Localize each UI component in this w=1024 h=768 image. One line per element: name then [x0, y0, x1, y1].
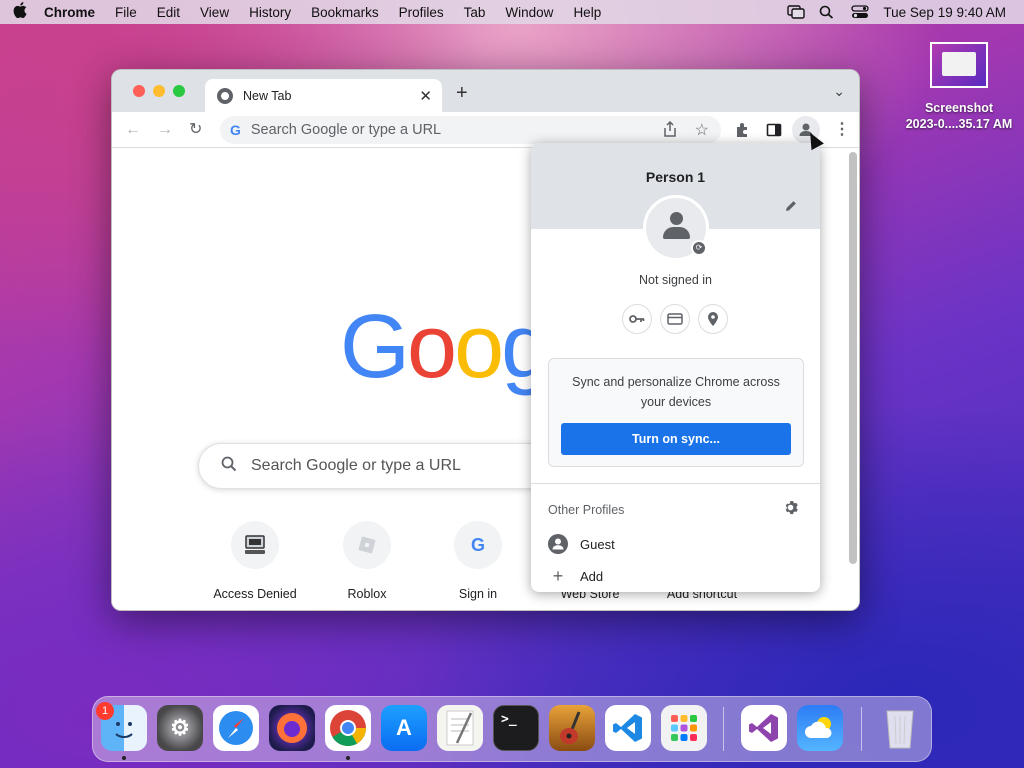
profile-row-label: Guest: [580, 536, 615, 552]
profile-avatar: ⟳: [643, 195, 709, 261]
edit-pencil-icon[interactable]: [784, 199, 798, 216]
menu-help[interactable]: Help: [563, 5, 611, 20]
dock: ⚙ A >_: [92, 696, 932, 762]
divider: [531, 483, 820, 484]
menu-window[interactable]: Window: [495, 5, 563, 20]
desktop-screenshot-file[interactable]: Screenshot 2023-0....35.17 AM: [898, 42, 1020, 132]
garageband-guitar-icon[interactable]: [549, 705, 595, 751]
sign-in-status: Not signed in: [639, 273, 712, 287]
profile-name: Person 1: [645, 169, 706, 185]
menu-app-name[interactable]: Chrome: [40, 5, 105, 20]
menu-bar: Chrome File Edit View History Bookmarks …: [0, 0, 1024, 24]
close-window-button[interactable]: [133, 85, 145, 97]
apple-icon[interactable]: [0, 2, 40, 22]
google-g-icon: G: [454, 521, 502, 569]
system-settings-gear-icon[interactable]: ⚙: [157, 705, 203, 751]
vscode-icon[interactable]: [605, 705, 651, 751]
app-store-icon[interactable]: A: [381, 705, 427, 751]
finder-running-dot: [122, 756, 126, 760]
screenshot-thumbnail: [930, 42, 988, 88]
add-profile-label: Add: [580, 568, 604, 584]
new-tab-button[interactable]: +: [456, 82, 468, 105]
bookmark-star-icon[interactable]: ☆: [695, 120, 709, 140]
payment-card-icon[interactable]: [660, 304, 690, 334]
guest-avatar-icon: [548, 534, 568, 554]
tab-search-chevron-icon[interactable]: ⌄: [833, 83, 845, 100]
screen-mirroring-icon[interactable]: [787, 5, 806, 19]
google-logo: Goog: [340, 297, 551, 397]
profile-row-guest[interactable]: Guest: [548, 532, 615, 556]
launchpad-grid-icon[interactable]: [661, 705, 707, 751]
dock-separator: [861, 707, 862, 751]
page-search-placeholder: Search Google or type a URL: [251, 457, 461, 474]
chrome-icon[interactable]: [325, 705, 371, 751]
shortcut-roblox[interactable]: Roblox: [311, 521, 423, 601]
chrome-favicon-icon: [217, 87, 233, 104]
menu-profiles[interactable]: Profiles: [389, 5, 454, 20]
menu-edit[interactable]: Edit: [147, 5, 190, 20]
minimize-window-button[interactable]: [153, 85, 165, 97]
computer-icon: [231, 521, 279, 569]
terminal-icon[interactable]: >_: [493, 705, 539, 751]
turn-on-sync-button[interactable]: Turn on sync...: [561, 423, 791, 455]
tab-close-icon[interactable]: ✕: [419, 87, 432, 105]
shortcut-sign-in[interactable]: G Sign in: [422, 521, 534, 601]
other-profiles-heading: Other Profiles: [548, 503, 625, 517]
control-center-icon[interactable]: [851, 5, 870, 19]
shortcut-label: Access Denied: [213, 587, 297, 601]
tab-title: New Tab: [243, 88, 292, 103]
chrome-running-dot: [346, 756, 350, 760]
back-arrow-icon[interactable]: ←: [125, 121, 141, 139]
menubar-clock[interactable]: Tue Sep 19 9:40 AM: [883, 5, 1006, 20]
google-g-icon: G: [230, 122, 241, 138]
menu-tab[interactable]: Tab: [454, 5, 496, 20]
visual-studio-icon[interactable]: [741, 705, 787, 751]
shortcut-label: Roblox: [347, 587, 387, 601]
share-icon[interactable]: [663, 120, 677, 141]
add-profile-row[interactable]: + Add: [548, 564, 603, 588]
dock-separator: [723, 707, 724, 751]
add-plus-icon: +: [552, 565, 564, 586]
page-scrollbar[interactable]: [849, 152, 857, 564]
sync-promo-card: Sync and personalize Chrome across your …: [548, 358, 804, 467]
tab-strip: New Tab ✕ + ⌄: [112, 70, 859, 112]
tab-new-tab[interactable]: New Tab ✕: [205, 79, 442, 112]
firefox-icon[interactable]: [269, 705, 315, 751]
weather-cloud-icon[interactable]: [797, 705, 843, 751]
avatar-body: [663, 227, 690, 239]
screenshot-label-line1: Screenshot: [924, 101, 994, 115]
omnibox[interactable]: G Search Google or type a URL ☆: [220, 116, 721, 144]
manage-profiles-gear-icon[interactable]: [783, 500, 798, 519]
omnibox-placeholder: Search Google or type a URL: [250, 122, 442, 138]
menu-view[interactable]: View: [190, 5, 239, 20]
menu-file[interactable]: File: [105, 5, 147, 20]
search-icon: [221, 456, 237, 477]
forward-arrow-icon[interactable]: →: [157, 121, 173, 139]
menu-bookmarks[interactable]: Bookmarks: [301, 5, 389, 20]
profile-menu-popup: Person 1 ⟳ Not signed in Sync and person…: [531, 143, 820, 592]
sync-promo-text: Sync and personalize Chrome across your …: [572, 375, 780, 409]
safari-compass-icon[interactable]: [213, 705, 259, 751]
avatar-head: [670, 212, 683, 225]
logo-letter-o1: o: [407, 297, 457, 397]
chrome-menu-kebab-icon[interactable]: ⋮: [834, 121, 850, 139]
shortcut-label: Sign in: [458, 587, 498, 601]
reload-icon[interactable]: ↻: [189, 121, 202, 139]
passwords-key-icon[interactable]: [622, 304, 652, 334]
shortcut-access-denied[interactable]: Access Denied: [199, 521, 311, 601]
textedit-icon[interactable]: [437, 705, 483, 751]
logo-letter-o2: o: [454, 297, 504, 397]
side-panel-icon[interactable]: [766, 122, 782, 143]
trash-icon[interactable]: [877, 705, 923, 751]
screenshot-label-line2: 2023-0....35.17 AM: [905, 117, 1013, 131]
roblox-icon: [343, 521, 391, 569]
sync-paused-icon: ⟳: [691, 240, 707, 256]
spotlight-search-icon[interactable]: [819, 5, 837, 19]
addresses-location-icon[interactable]: [698, 304, 728, 334]
settings-notification-badge: 1: [96, 702, 114, 720]
zoom-window-button[interactable]: [173, 85, 185, 97]
logo-letter-g: G: [340, 297, 410, 397]
extensions-puzzle-icon[interactable]: [734, 122, 750, 143]
menu-history[interactable]: History: [239, 5, 301, 20]
